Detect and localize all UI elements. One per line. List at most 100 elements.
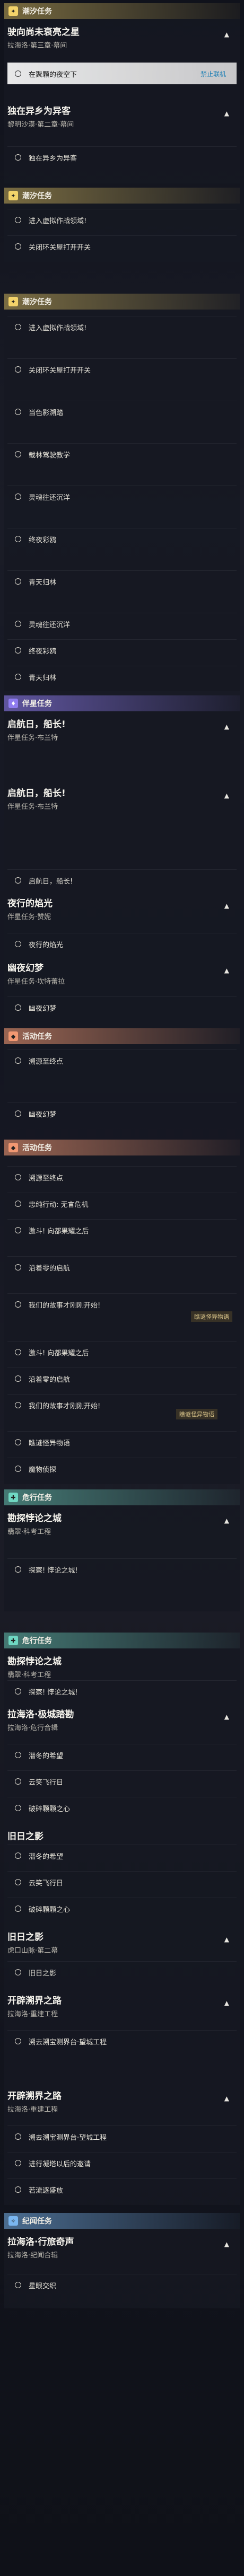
- quest-step[interactable]: 魔物侦探: [7, 1458, 237, 1479]
- quest-step[interactable]: 探察! 悖论之城!: [7, 1558, 237, 1580]
- collapse-arrow-icon[interactable]: ▲: [224, 31, 229, 38]
- quest-card[interactable]: 勘探悖论之城 翡翠·科考工程: [7, 1654, 237, 1679]
- radio-icon: [15, 1439, 21, 1445]
- quest-step[interactable]: 星眼交织: [7, 2274, 237, 2296]
- quest-step[interactable]: 激斗! 向都果耀之后: [7, 1219, 237, 1241]
- quest-step[interactable]: 灵魂往还沉洋: [7, 613, 237, 634]
- quest-title: 独在异乡为异客: [7, 106, 71, 117]
- quest-title: 拉海洛·行旅奇声: [7, 2237, 74, 2247]
- radio-icon: [15, 154, 21, 161]
- quest-step[interactable]: 潜冬的希望: [7, 1744, 237, 1766]
- quest-step[interactable]: 潜冬的希望: [7, 1845, 237, 1866]
- collapse-arrow-icon[interactable]: ▲: [224, 1936, 229, 1943]
- collapse-arrow-icon[interactable]: ▲: [224, 792, 229, 799]
- quest-step[interactable]: 启航日，船长!: [7, 869, 237, 891]
- quest-step[interactable]: 溯源至终点: [7, 1049, 237, 1071]
- quest-step[interactable]: 云笑飞行日: [7, 1871, 237, 1893]
- quest-step[interactable]: 青天归林: [7, 570, 237, 592]
- quest-title: 开辟溯界之路: [7, 2091, 62, 2102]
- quest-step[interactable]: 溯源至终点: [7, 1166, 237, 1188]
- collapse-arrow-icon[interactable]: ▲: [224, 1713, 229, 1721]
- radio-icon: [15, 1004, 21, 1011]
- step-label: 溯去溯宝测界台·望城工程: [29, 2038, 107, 2046]
- collapse-arrow-icon[interactable]: ▲: [224, 2095, 229, 2102]
- quest-step[interactable]: 灵魂往还沉洋: [7, 486, 237, 507]
- quest-card[interactable]: 驶向尚未衰亮之星 拉海洛·第三章·幕间 ▲: [7, 24, 237, 50]
- quest-step[interactable]: 溯去溯宝测界台·望城工程: [7, 2125, 237, 2147]
- quest-step[interactable]: 关闭环关屋打开开关: [7, 235, 237, 257]
- quest-card[interactable]: 启航日，船长! 伴星任务·布兰特 ▲: [7, 786, 237, 811]
- step-label: 在聚颗的夜空下: [29, 70, 77, 79]
- quest-step[interactable]: 终夜彩鸥: [7, 528, 237, 550]
- quest-step[interactable]: 终夜彩鸥: [7, 639, 237, 661]
- quest-card[interactable]: 旧日之影: [7, 1829, 237, 1842]
- quest-step[interactable]: 云笑飞行日: [7, 1770, 237, 1792]
- radio-icon: [15, 621, 21, 627]
- quest-card[interactable]: 拉海洛·极城踏勘 拉海洛·危行合辑 ▲: [7, 1707, 237, 1732]
- quest-title: 启航日，船长!: [7, 788, 66, 799]
- quest-step[interactable]: 幽夜幻梦: [7, 1102, 237, 1124]
- radio-icon: [15, 1264, 21, 1271]
- quest-step[interactable]: 若流逐盛放: [7, 2178, 237, 2200]
- quest-step[interactable]: 进入虚拟作战领域!: [7, 209, 237, 231]
- quest-step[interactable]: 沿着零的启航: [7, 1256, 237, 1278]
- step-label: 幽夜幻梦: [29, 1110, 57, 1119]
- quest-step[interactable]: 进入虚拟作战领域!: [7, 316, 237, 338]
- quest-card[interactable]: 勘探悖论之城 翡翠·科考工程 ▲: [7, 1511, 237, 1536]
- quest-card[interactable]: 开辟溯界之路 拉海洛·重建工程 ▲: [7, 2088, 237, 2114]
- quest-step[interactable]: 关闭环关屋打开开关: [7, 358, 237, 380]
- quest-card[interactable]: 旧日之影 虎口山脉·第二幕 ▲: [7, 1929, 237, 1955]
- event-tag[interactable]: 瞧谜怪异物语: [191, 1311, 232, 1322]
- collapse-arrow-icon[interactable]: ▲: [224, 2240, 229, 2248]
- quest-step[interactable]: 进行凝塔以后的邀请: [7, 2152, 237, 2174]
- collapse-arrow-icon[interactable]: ▲: [224, 1517, 229, 1524]
- section-header-danger: ✚ 危行任务: [4, 1633, 240, 1648]
- quest-title: 开辟溯界之路: [7, 1996, 62, 2006]
- quest-card[interactable]: 启航日，船长! 伴星任务·布兰特 ▲: [7, 717, 237, 742]
- collapse-arrow-icon[interactable]: ▲: [224, 110, 229, 117]
- quest-step[interactable]: 探察! 悖论之城!: [7, 1680, 237, 1702]
- quest-card[interactable]: 拉海洛·行旅奇声 拉海洛·纪闻合辑 ▲: [7, 2234, 237, 2260]
- collapse-arrow-icon[interactable]: ▲: [224, 1999, 229, 2007]
- step-label: 我们的故事才刚刚开始!: [29, 1301, 101, 1310]
- quest-card[interactable]: 开辟溯界之路 拉海洛·重建工程 ▲: [7, 1993, 237, 2018]
- quest-step-selected[interactable]: 在聚颗的夜空下 禁止联机: [7, 63, 237, 84]
- radio-icon: [15, 2133, 21, 2140]
- radio-icon: [15, 1852, 21, 1859]
- quest-step[interactable]: 破碎颗颗之心: [7, 1797, 237, 1819]
- collapse-arrow-icon[interactable]: ▲: [224, 902, 229, 910]
- quest-step[interactable]: 瞧谜怪异物语: [7, 1431, 237, 1453]
- radio-icon: [15, 1879, 21, 1885]
- quest-step[interactable]: 幽夜幻梦: [7, 996, 237, 1018]
- collapse-arrow-icon[interactable]: ▲: [224, 723, 229, 730]
- radio-icon: [15, 2282, 21, 2288]
- quest-card[interactable]: 幽夜幻梦 伴星任务·坎特蕾拉 ▲: [7, 960, 237, 986]
- quest-step[interactable]: 独在异乡为异客: [7, 146, 237, 168]
- quest-step[interactable]: 沿着零的启航: [7, 1368, 237, 1389]
- step-label: 进入虚拟作战领域!: [29, 217, 87, 225]
- event-tag[interactable]: 瞧谜怪异物语: [176, 1409, 217, 1419]
- section-header-event: ◆ 活动任务: [4, 1140, 240, 1155]
- quest-step[interactable]: 旧日之影: [7, 1961, 237, 1983]
- collapse-arrow-icon[interactable]: ▲: [224, 967, 229, 974]
- step-label: 灵魂往还沉洋: [29, 621, 71, 629]
- radio-icon: [15, 2038, 21, 2044]
- quest-card[interactable]: 夜行的焰光 伴星任务·赞妮 ▲: [7, 896, 237, 921]
- quest-step[interactable]: 激斗! 向都果耀之后: [7, 1341, 237, 1363]
- quest-step[interactable]: 忠纯行动: 无言危机: [7, 1193, 237, 1214]
- quest-step[interactable]: 夜行的焰光: [7, 933, 237, 955]
- quest-step[interactable]: 当色影溯踏: [7, 401, 237, 422]
- step-label: 夜行的焰光: [29, 941, 64, 949]
- quest-step[interactable]: 载林驾驶教学: [7, 443, 237, 465]
- section-header-tide: ✦ 潮汐任务: [4, 3, 240, 19]
- quest-step[interactable]: 破碎颗颗之心: [7, 1898, 237, 1919]
- event-icon: ◆: [8, 1143, 18, 1152]
- radio-icon: [15, 578, 21, 585]
- step-label: 瞧谜怪异物语: [29, 1439, 71, 1448]
- quest-step[interactable]: 青天归林: [7, 666, 237, 687]
- radio-icon: [15, 1375, 21, 1382]
- quest-card[interactable]: 独在异乡为异客 黎明沙漠·第二章·幕间 ▲: [7, 103, 237, 129]
- radio-icon: [15, 674, 21, 680]
- quest-step[interactable]: 溯去溯宝测界台·望城工程: [7, 2030, 237, 2052]
- tide-icon: ✦: [8, 297, 18, 306]
